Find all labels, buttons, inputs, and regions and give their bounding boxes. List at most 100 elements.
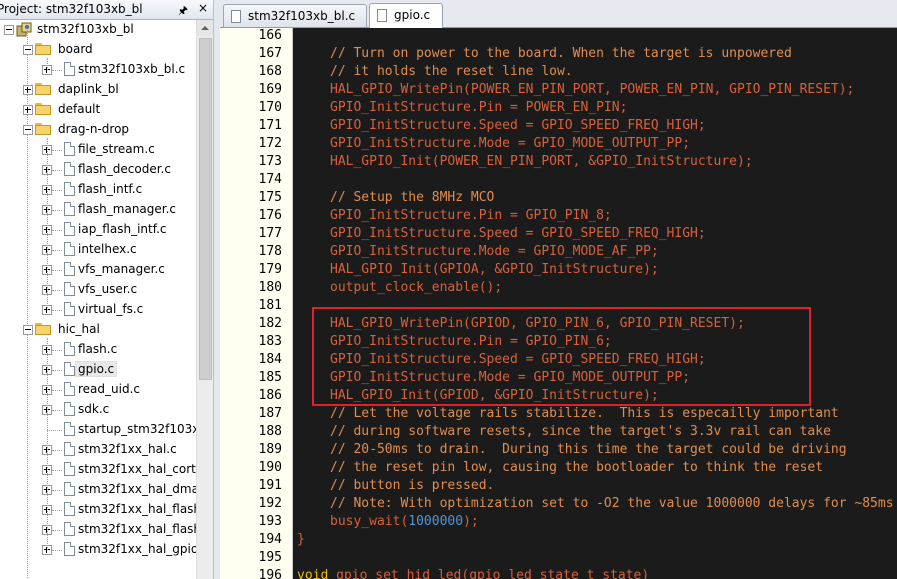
c-file-icon: [64, 202, 75, 216]
project-panel-title: Project: stm32f103xb_bl: [0, 2, 143, 16]
folder-icon: [35, 323, 51, 335]
tree-file-item[interactable]: vfs_manager.c: [0, 260, 196, 280]
code-editor[interactable]: 166 167 168 169 170 171 172 173 174 175 176 177 178 1…: [220, 28, 897, 579]
tree-folder-item[interactable]: drag-n-drop: [0, 120, 196, 140]
tab-gpio-c[interactable]: gpio.c: [369, 3, 443, 28]
tree-folder-item[interactable]: hic_hal: [0, 320, 196, 340]
tree-file-label: read_uid.c: [78, 382, 140, 396]
line-number: 173: [258, 154, 282, 169]
close-icon[interactable]: ×: [197, 1, 209, 15]
tree-guide-line: [52, 250, 62, 251]
tree-file-item[interactable]: stm32f1xx_hal_dma.c: [0, 480, 196, 500]
tree-folder-item[interactable]: daplink_bl: [0, 80, 196, 100]
code-area[interactable]: // Turn on power to the board. When the …: [293, 28, 897, 579]
c-file-icon: [231, 10, 241, 23]
tree-guide-line: [52, 270, 62, 271]
tree-file-item[interactable]: flash_manager.c: [0, 200, 196, 220]
tree-file-item[interactable]: virtual_fs.c: [0, 300, 196, 320]
tree-guide-line: [52, 150, 62, 151]
tree-folder-item[interactable]: board: [0, 40, 196, 60]
line-number: 182: [258, 316, 282, 331]
tree-guide-line: [52, 70, 62, 71]
tree-file-item[interactable]: startup_stm32f103xb.s: [0, 420, 196, 440]
tree-file-item[interactable]: stm32f103xb_bl.c: [0, 60, 196, 80]
tree-file-item[interactable]: iap_flash_intf.c: [0, 220, 196, 240]
tree-file-label: vfs_manager.c: [78, 262, 165, 276]
c-file-icon: [64, 422, 75, 436]
tree-file-item[interactable]: file_stream.c: [0, 140, 196, 160]
line-number: 177: [258, 226, 282, 241]
line-number: 193: [258, 514, 282, 529]
line-number: 186: [258, 388, 282, 403]
code-line: HAL_GPIO_WritePin(POWER_EN_PIN_PORT, POW…: [330, 82, 855, 97]
tree-file-item[interactable]: flash_intf.c: [0, 180, 196, 200]
expand-collapse-icon[interactable]: [23, 85, 33, 95]
tree-file-item[interactable]: stm32f1xx_hal_flash.c: [0, 500, 196, 520]
tree-guide-line: [52, 530, 62, 531]
tree-file-label: stm32f1xx_hal_flash.c: [78, 502, 196, 516]
line-number: 176: [258, 208, 282, 223]
highlight-annotation-box: [312, 307, 811, 406]
tree-file-item[interactable]: stm32f1xx_hal.c: [0, 440, 196, 460]
code-line: // button is pressed.: [330, 478, 495, 493]
tree-file-label: stm32f103xb_bl.c: [78, 62, 186, 76]
project-tree: stm32f103xb_bl board stm32f103xb_bl.cdapli…: [0, 20, 196, 579]
c-file-icon: [64, 362, 75, 376]
tree-file-item[interactable]: stm32f1xx_hal_flash_e: [0, 520, 196, 540]
tree-scrollbar[interactable]: [196, 20, 213, 579]
folder-icon: [35, 83, 51, 95]
tree-folder-label: daplink_bl: [58, 82, 119, 96]
tree-guide-line: [52, 310, 62, 311]
tree-file-item[interactable]: sdk.c: [0, 400, 196, 420]
tree-file-label: intelhex.c: [78, 242, 137, 256]
line-number: 189: [258, 442, 282, 457]
tree-file-label: file_stream.c: [78, 142, 155, 156]
pin-icon[interactable]: 🖈: [177, 2, 189, 21]
tab-stm32f103xb-bl-c[interactable]: stm32f103xb_bl.c: [223, 4, 367, 27]
code-line: HAL_GPIO_Init(POWER_EN_PIN_PORT, &GPIO_I…: [330, 154, 753, 169]
tree-file-item[interactable]: flash_decoder.c: [0, 160, 196, 180]
line-number: 168: [258, 64, 282, 79]
tree-file-item[interactable]: gpio.c: [0, 360, 196, 380]
keyword: void: [297, 568, 329, 579]
expand-collapse-icon[interactable]: [4, 25, 14, 35]
tree-file-item[interactable]: read_uid.c: [0, 380, 196, 400]
code-line: GPIO_InitStructure.Mode = GPIO_MODE_OUTP…: [330, 136, 691, 151]
tab-label: gpio.c: [394, 8, 431, 22]
expand-collapse-icon[interactable]: [23, 105, 33, 115]
tree-folder-label: hic_hal: [58, 322, 100, 336]
tree-guide-line: [52, 390, 62, 391]
tree-file-item[interactable]: stm32f1xx_hal_cortex: [0, 460, 196, 480]
tree-guide-line: [47, 58, 48, 70]
line-number: 183: [258, 334, 282, 349]
tree-guide-line: [52, 190, 62, 191]
line-number: 167: [258, 46, 282, 61]
number-literal: 1000000: [408, 514, 464, 529]
line-number: 174: [258, 172, 282, 187]
expand-collapse-icon[interactable]: [23, 45, 33, 55]
tree-file-item[interactable]: intelhex.c: [0, 240, 196, 260]
folder-icon: [35, 43, 51, 55]
scroll-up-arrow-icon[interactable]: [197, 20, 213, 36]
tree-file-label: sdk.c: [78, 402, 110, 416]
code-line: // 20-50ms to drain. During this time th…: [330, 442, 847, 457]
code-line: // Let the voltage rails stabilize. This…: [330, 406, 839, 421]
line-number: 194: [258, 532, 282, 547]
tree-file-item[interactable]: stm32f1xx_hal_gpio.c: [0, 540, 196, 560]
tree-file-item[interactable]: flash.c: [0, 340, 196, 360]
line-number: 195: [258, 550, 282, 565]
tree-root-item[interactable]: stm32f103xb_bl: [0, 20, 196, 40]
tree-guide-line: [52, 350, 62, 351]
c-file-icon: [64, 522, 75, 536]
code-line: GPIO_InitStructure.Speed = GPIO_SPEED_FR…: [330, 118, 706, 133]
expand-collapse-icon[interactable]: [23, 125, 33, 135]
line-number: 191: [258, 478, 282, 493]
tree-guide-line: [52, 170, 62, 171]
expand-collapse-icon[interactable]: [23, 325, 33, 335]
line-number: 170: [258, 100, 282, 115]
tree-file-item[interactable]: vfs_user.c: [0, 280, 196, 300]
tree-folder-item[interactable]: default: [0, 100, 196, 120]
tree-file-label: flash_intf.c: [78, 182, 143, 196]
scrollbar-thumb[interactable]: [199, 38, 212, 380]
tree-folder-label: drag-n-drop: [58, 122, 130, 136]
